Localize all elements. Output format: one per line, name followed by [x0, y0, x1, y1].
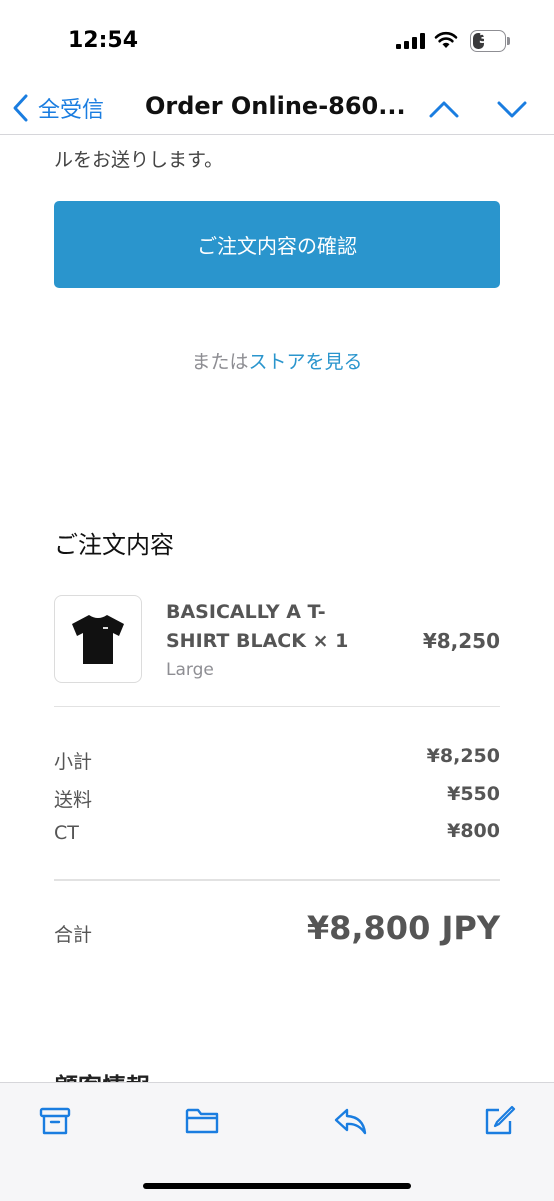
store-prefix: または — [191, 351, 249, 373]
product-price: ¥8,250 — [422, 629, 500, 653]
wifi-icon — [434, 31, 458, 48]
intro-text: ルをお送りします。 — [54, 149, 224, 171]
divider — [54, 879, 500, 881]
status-bar: 12:54 35 — [0, 0, 554, 84]
home-indicator — [143, 1183, 411, 1189]
shipping-value: ¥550 — [447, 783, 500, 805]
battery-icon: 35 — [470, 30, 514, 52]
battery-percentage: 35 — [478, 32, 498, 47]
back-button[interactable]: 全受信 — [10, 90, 104, 126]
chevron-left-icon — [13, 94, 28, 122]
customer-info-heading: 顧客情報 — [54, 1067, 150, 1082]
chevron-up-icon[interactable] — [426, 94, 462, 124]
status-time: 12:54 — [68, 28, 139, 53]
shipping-label: 送料 — [54, 789, 93, 811]
email-subject-title: Order Online-860... — [145, 92, 406, 120]
view-store-link[interactable]: ストアを見る — [249, 351, 363, 373]
product-name: BASICALLY A T-SHIRT BLACK × 1 — [166, 601, 349, 652]
mail-nav-bar: 全受信 Order Online-860... — [0, 84, 554, 135]
reply-icon[interactable] — [332, 1103, 368, 1139]
folder-icon[interactable] — [184, 1103, 220, 1139]
tax-label: CT — [54, 822, 79, 844]
subtotal-value: ¥8,250 — [426, 745, 500, 767]
order-heading: ご注文内容 — [54, 531, 174, 559]
tax-value: ¥800 — [447, 820, 500, 842]
total-value: ¥8,800 JPY — [306, 909, 500, 947]
chevron-down-icon[interactable] — [494, 94, 530, 124]
compose-icon[interactable] — [481, 1103, 517, 1139]
email-body[interactable]: ルをお送りします。 ご注文内容の確認 またはストアを見る ご注文内容 BASIC… — [0, 135, 554, 1082]
product-variant: Large — [166, 660, 214, 680]
total-label: 合計 — [54, 924, 93, 946]
signal-icon — [396, 33, 425, 49]
confirm-order-button[interactable]: ご注文内容の確認 — [54, 201, 500, 288]
back-label: 全受信 — [38, 98, 105, 123]
confirm-order-label: ご注文内容の確認 — [197, 234, 357, 258]
archive-icon[interactable] — [37, 1103, 73, 1139]
product-thumbnail — [54, 595, 142, 683]
tshirt-image — [72, 615, 124, 664]
subtotal-label: 小計 — [54, 751, 93, 773]
divider — [54, 706, 500, 707]
store-line: またはストアを見る — [0, 347, 554, 374]
